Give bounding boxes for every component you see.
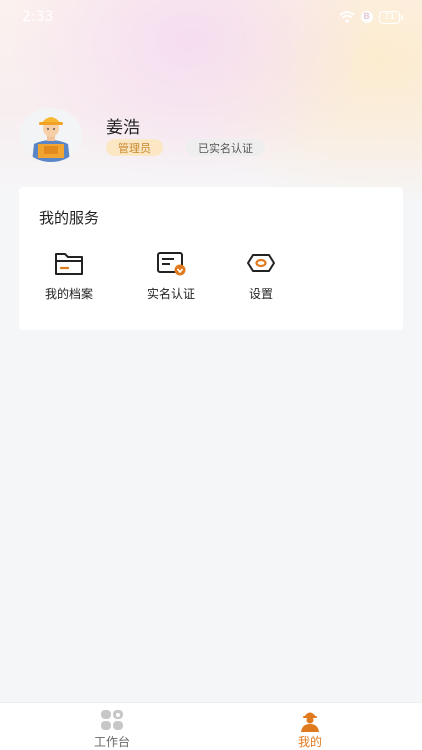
workbench-grid-icon [101,710,123,730]
service-settings[interactable]: 设置 [221,249,301,309]
battery-level: 71 [383,12,395,22]
user-name: 姜浩 [106,118,140,138]
profile-section: 姜浩 管理员 已实名认证 [20,108,420,168]
tab-label: 我的 [297,735,322,749]
tab-label: 工作台 [93,735,130,749]
tab-mine[interactable]: 我的 [250,703,370,750]
avatar[interactable] [20,108,82,162]
services-card: 我的服务 我的档案 实名认证 设置 [19,187,403,330]
status-bar: 2:33 B 71 [0,0,422,34]
tab-workbench[interactable]: 工作台 [52,703,172,750]
worker-profile-icon [301,712,319,732]
role-badge: 管理员 [106,139,163,156]
service-label: 实名认证 [146,287,195,301]
verification-badge: 已实名认证 [186,139,265,156]
battery-icon: 71 [378,10,404,24]
status-time: 2:33 [22,9,54,25]
service-label: 设置 [248,287,273,301]
bottom-tab-bar: 工作台 我的 [0,702,422,750]
folder-icon [55,253,83,275]
bluetooth-icon: B [360,11,373,23]
worker-avatar-icon [20,108,82,162]
wifi-icon [338,11,355,23]
settings-hex-icon [247,254,275,272]
services-title: 我的服务 [39,209,100,227]
service-label: 我的档案 [44,287,93,301]
status-indicators: B 71 [338,10,404,24]
id-card-icon [157,252,186,276]
service-my-archive[interactable]: 我的档案 [29,249,109,309]
service-real-name-auth[interactable]: 实名认证 [131,249,211,309]
